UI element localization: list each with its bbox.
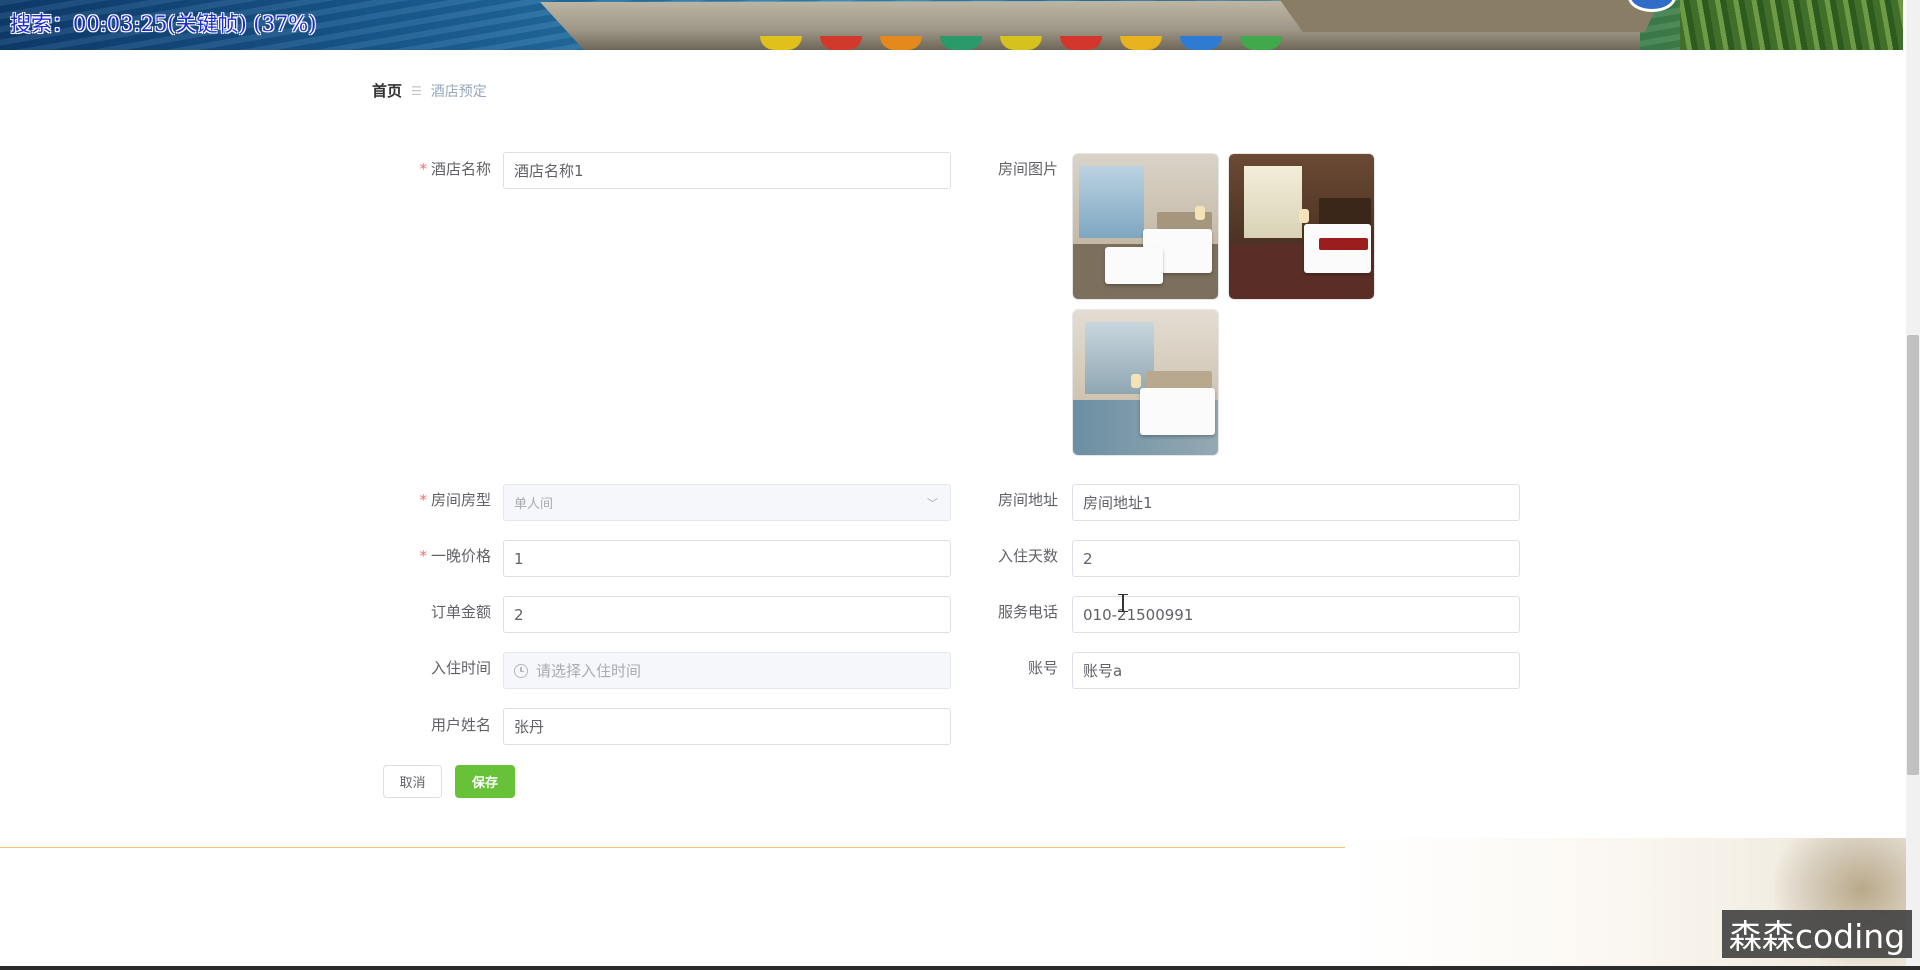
checkin-time-label: 入住时间 (430, 659, 491, 677)
required-mark: * (419, 547, 427, 565)
cancel-button[interactable]: 取消 (383, 765, 442, 798)
room-address-label: 房间地址 (997, 491, 1058, 509)
night-price-input[interactable]: 1 (503, 540, 951, 577)
account-input[interactable]: 账号a (1072, 652, 1520, 689)
banner-trees (1680, 0, 1903, 50)
watermark: 森森coding (1722, 910, 1912, 958)
breadcrumb-separator-icon: ☰ (411, 83, 422, 98)
room-address-input[interactable]: 房间地址1 (1072, 484, 1520, 521)
room-image-3[interactable] (1072, 309, 1219, 456)
footer-divider (0, 847, 1345, 848)
breadcrumb-home[interactable]: 首页 (372, 80, 402, 101)
banner-pier (1280, 0, 1660, 32)
breadcrumb: 首页 ☰ 酒店预定 (372, 80, 487, 101)
text-cursor-icon (1118, 594, 1128, 612)
breadcrumb-current: 酒店预定 (430, 83, 487, 100)
checkin-time-picker[interactable]: 请选择入住时间 (503, 652, 951, 689)
required-mark: * (419, 160, 427, 178)
room-image-1[interactable] (1072, 153, 1219, 300)
hotel-name-input[interactable]: 酒店名称1 (503, 152, 951, 189)
service-phone-input[interactable]: 010-21500991 (1072, 596, 1520, 633)
account-label: 账号 (1027, 659, 1058, 677)
service-phone-label: 服务电话 (997, 603, 1058, 621)
stay-days-label: 入住天数 (997, 547, 1058, 565)
night-price-label: * 一晚价格 (419, 547, 491, 565)
user-name-input[interactable]: 张丹 (503, 708, 951, 745)
bottom-edge (0, 966, 1920, 970)
stay-days-input[interactable]: 2 (1072, 540, 1520, 577)
order-amount-label: 订单金额 (430, 603, 491, 621)
hotel-name-label: * 酒店名称 (419, 160, 491, 178)
room-images-label: 房间图片 (997, 160, 1058, 178)
clock-icon (514, 663, 528, 678)
required-mark: * (419, 491, 427, 509)
top-banner: 搜索：00:03:25(关键帧) (37%) (0, 0, 1903, 50)
save-button[interactable]: 保存 (455, 765, 515, 798)
user-name-label: 用户姓名 (430, 716, 491, 734)
room-type-label: * 房间房型 (419, 491, 491, 509)
room-type-select[interactable]: 单人间 ﹀ (503, 484, 951, 521)
scrollbar-thumb[interactable] (1907, 335, 1919, 775)
video-search-overlay: 搜索：00:03:25(关键帧) (37%) (10, 12, 317, 36)
room-image-2[interactable] (1228, 153, 1375, 300)
order-amount-input[interactable]: 2 (503, 596, 951, 633)
